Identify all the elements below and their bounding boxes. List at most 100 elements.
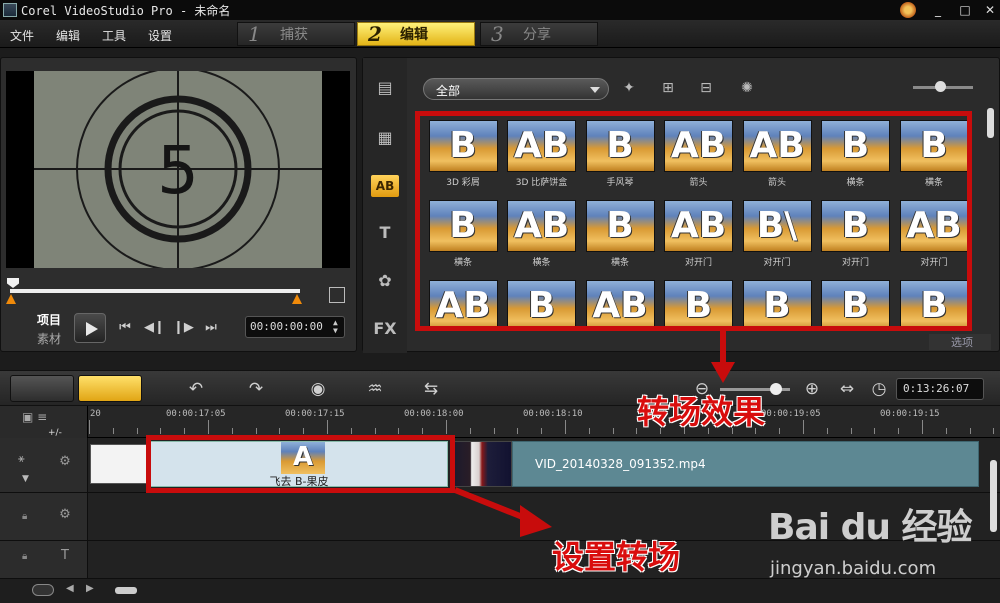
ruler-tick xyxy=(898,428,900,434)
window-title: Corel VideoStudio Pro - 未命名 xyxy=(21,3,231,18)
annotation-clip-box xyxy=(146,435,455,493)
step-number: 2 xyxy=(368,22,382,46)
scroll-right-icon[interactable]: ▶ xyxy=(86,583,94,594)
ruler-tick xyxy=(112,428,114,434)
menu-file[interactable]: 文件 xyxy=(10,27,34,44)
lock-icon[interactable]: 🔒︎ xyxy=(22,511,32,523)
go-to-start-button[interactable]: ⏮ xyxy=(116,320,134,336)
title-icon[interactable]: T xyxy=(371,223,399,245)
ruler-tick xyxy=(874,428,876,434)
title-bar: Corel VideoStudio Pro - 未命名 _ □ ✕ xyxy=(0,0,1000,20)
trim-start-marker[interactable] xyxy=(6,294,16,304)
apply-transition-to-all-icon[interactable]: ⊞ xyxy=(656,76,680,100)
tab-capture[interactable]: 1 捕获 xyxy=(237,22,355,46)
media-icon[interactable]: ▤ xyxy=(371,78,399,100)
zoom-in-icon[interactable]: ⊕ xyxy=(799,377,825,401)
menu-tools[interactable]: 工具 xyxy=(102,27,126,44)
chevron-down-icon xyxy=(590,87,600,93)
scroll-left-icon[interactable]: ◀ xyxy=(66,583,74,594)
corel-logo-icon[interactable] xyxy=(900,2,916,18)
record-capture-icon[interactable]: ◉ xyxy=(305,377,331,401)
ruler-tick xyxy=(231,428,233,434)
library-filter-dropdown[interactable]: 全部 xyxy=(423,78,609,100)
storyboard-view-button[interactable] xyxy=(10,375,74,402)
menu-settings[interactable]: 设置 xyxy=(148,27,172,44)
redo-icon[interactable]: ↷ xyxy=(243,377,269,401)
timeline-vertical-scrollbar[interactable] xyxy=(990,460,997,532)
baidu-jingyan-logo: Bai du 经验 xyxy=(768,507,973,548)
mode-project-label[interactable]: 项目 xyxy=(37,311,61,328)
lock-icon[interactable]: 🔒︎ xyxy=(22,551,32,563)
ruler-tick xyxy=(612,428,614,434)
overlay-track-header: 🔒︎ ⚙ xyxy=(0,493,88,540)
ruler-tick xyxy=(850,428,852,434)
library-filter-value: 全部 xyxy=(436,84,461,98)
go-to-end-button[interactable]: ⏭ xyxy=(202,320,220,336)
ruler-tick xyxy=(255,428,257,434)
thumbnail-zoom-knob[interactable] xyxy=(935,81,946,92)
apply-random-transition-icon[interactable]: ⊟ xyxy=(694,76,718,100)
video-track-header: ⚹ ▼ ⚙ xyxy=(0,438,88,492)
maximize-button[interactable]: □ xyxy=(957,2,973,18)
ruler-tick xyxy=(517,428,519,434)
timeline-zoom-knob[interactable] xyxy=(770,383,782,395)
fit-project-icon[interactable]: ⇔ xyxy=(834,377,860,401)
scrubber-track[interactable] xyxy=(10,289,300,293)
add-to-favorites-icon[interactable]: ✦ xyxy=(617,76,641,100)
transition-icon[interactable]: AB xyxy=(371,175,399,197)
watermark-url: jingyan.baidu.com xyxy=(770,558,937,579)
filter-icon[interactable]: FX xyxy=(371,319,399,341)
timecode-field[interactable]: 00:00:00:00 ▲ ▼ xyxy=(245,316,345,338)
close-button[interactable]: ✕ xyxy=(982,2,998,18)
ruler-tick xyxy=(969,428,971,434)
auto-music-icon[interactable]: ⇆ xyxy=(418,377,444,401)
ruler-tick xyxy=(374,428,376,434)
online-content-icon[interactable]: ✺ xyxy=(735,76,759,100)
next-frame-button[interactable]: ❙▶ xyxy=(173,320,194,336)
step-label: 捕获 xyxy=(280,27,308,43)
title-track-icon: T xyxy=(61,548,69,563)
document-clip-thumbnail[interactable] xyxy=(90,444,147,484)
scrubber-handle[interactable] xyxy=(7,278,19,288)
previous-frame-button[interactable]: ◀❙ xyxy=(144,320,165,336)
timeline-view-button[interactable] xyxy=(78,375,142,402)
enlarge-preview-icon[interactable] xyxy=(329,287,345,303)
ruler-tick xyxy=(446,420,447,434)
timeline-ruler[interactable]: 20 00:00:17:05 00:00:17:15 00:00:18:00 0… xyxy=(88,406,1000,438)
ruler-label: 00:00:18:00 xyxy=(404,409,464,419)
menu-bar: 文件 编辑 工具 设置 1 捕获 2 编辑 3 分享 xyxy=(0,20,1000,48)
ruler-tick xyxy=(469,428,471,434)
mode-clip-label[interactable]: 素材 xyxy=(37,330,61,347)
video-clip-thumbnail[interactable] xyxy=(452,441,512,487)
add-remove-track-button[interactable]: +/- xyxy=(48,428,62,438)
sound-mixer-icon[interactable]: ♒ xyxy=(362,377,388,401)
graphic-icon[interactable]: ✿ xyxy=(371,271,399,293)
instant-project-icon[interactable]: ▦ xyxy=(371,128,399,150)
video-clip[interactable]: VID_20140328_091352.mp4 xyxy=(512,441,979,487)
preview-screen[interactable]: 5 xyxy=(6,71,350,268)
duration-clock-icon: ◷ xyxy=(871,379,887,399)
countdown-leader-image: 5 xyxy=(34,71,322,268)
track-manager-button[interactable] xyxy=(32,584,54,596)
track-header-top: ▣ ≡ +/- xyxy=(0,406,88,438)
ruler-label: 00:00:19:15 xyxy=(880,409,940,419)
undo-icon[interactable]: ↶ xyxy=(183,377,209,401)
track-manager-icon[interactable]: ▣ ≡ xyxy=(22,410,47,424)
ruler-tick xyxy=(493,428,495,434)
timecode-spinner[interactable]: ▲ ▼ xyxy=(333,319,342,335)
timeline-toolbar: ↶ ↷ ◉ ♒ ⇆ ⊖ ⊕ ⇔ ◷ 0:13:26:07 xyxy=(0,370,1000,406)
menu-edit[interactable]: 编辑 xyxy=(56,27,80,44)
track-visibility-icon[interactable]: ⚹ xyxy=(18,452,25,466)
timeline-horizontal-scrollbar[interactable] xyxy=(115,587,137,594)
ruler-tick xyxy=(826,428,828,434)
library-navigation: ▤ ▦ AB T ✿ FX xyxy=(363,58,407,353)
library-scrollbar[interactable] xyxy=(987,108,994,138)
trim-end-marker[interactable] xyxy=(292,294,302,304)
minimize-button[interactable]: _ xyxy=(930,2,946,18)
ruler-tick xyxy=(565,420,566,434)
tab-edit[interactable]: 2 编辑 xyxy=(357,22,475,46)
chevron-down-icon[interactable]: ▼ xyxy=(22,474,29,484)
options-toggle[interactable]: 选项 xyxy=(929,334,991,350)
tab-share[interactable]: 3 分享 xyxy=(480,22,598,46)
play-button[interactable] xyxy=(74,313,106,343)
